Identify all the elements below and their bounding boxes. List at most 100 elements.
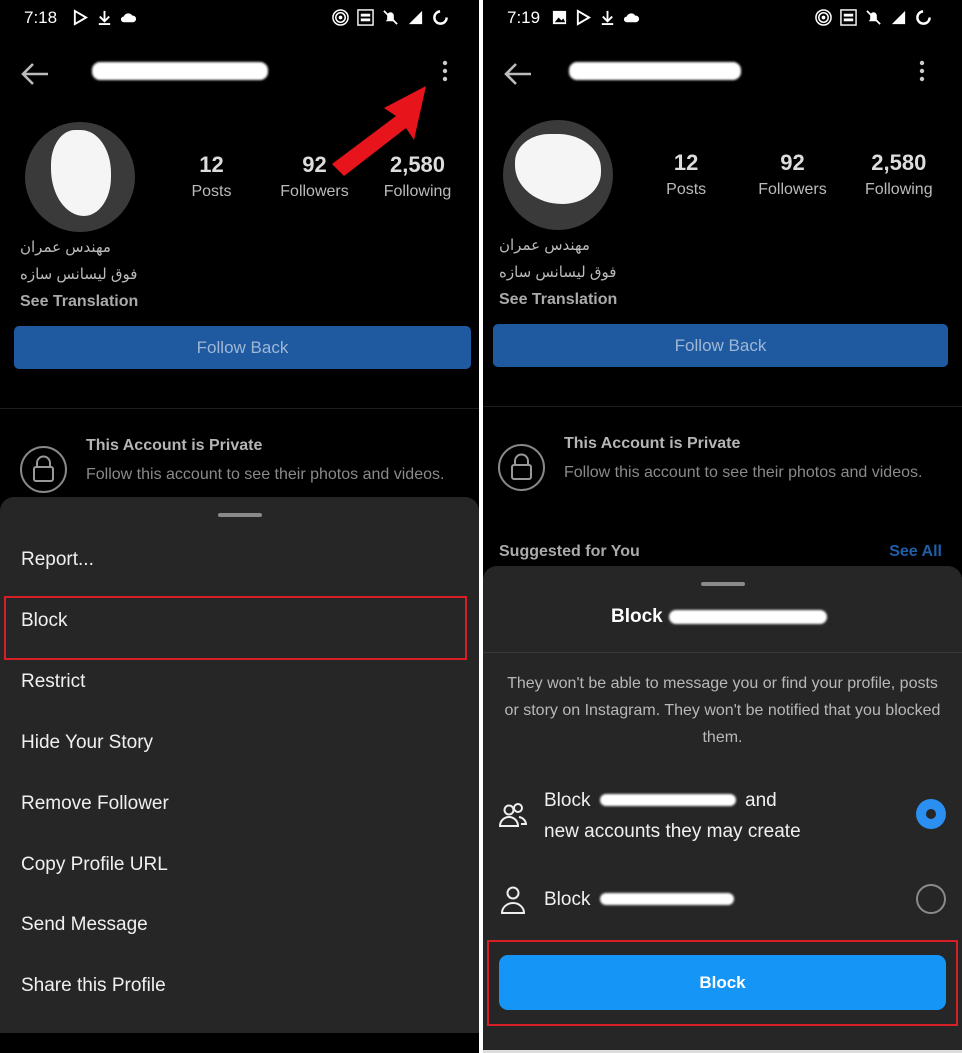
block-dialog-title: Block	[611, 606, 827, 628]
stat-label: Posts	[666, 181, 707, 198]
play-store-icon	[73, 9, 89, 26]
username-redacted	[92, 62, 268, 80]
profile-stats: 12 Posts 92 Followers 2,580 Following	[160, 152, 469, 201]
menu-item-hide-story[interactable]: Hide Your Story	[21, 732, 153, 754]
bio-line: مهندس عمران	[499, 237, 590, 254]
right-screen: 7:19 12 Posts 92 Followers 2,580 Followi…	[483, 0, 962, 1053]
avatar[interactable]	[503, 120, 613, 230]
play-store-icon	[576, 9, 592, 26]
bio: مهندس عمران فوق لیسانس سازه See Translat…	[20, 238, 220, 311]
radio-unselected[interactable]	[916, 884, 946, 914]
avatar[interactable]	[25, 122, 135, 232]
stat-value: 2,580	[389, 152, 446, 177]
highlight-box	[487, 940, 958, 1026]
status-bar: 7:19	[483, 0, 962, 36]
bio: مهندس عمران فوق لیسانس سازه See Translat…	[499, 236, 699, 309]
options-bottom-sheet: Report... Block Restrict Hide Your Story…	[0, 497, 479, 1033]
option-suffix: and	[745, 790, 777, 811]
stat-followers[interactable]: 92 Followers	[263, 152, 366, 201]
mute-icon	[866, 10, 881, 25]
private-account-subtitle: Follow this account to see their photos …	[564, 464, 923, 481]
status-time: 7:18	[24, 8, 58, 27]
stat-label: Following	[865, 181, 933, 198]
avatar-redaction	[515, 134, 601, 204]
username-redacted	[569, 62, 741, 80]
see-translation-link[interactable]: See Translation	[20, 293, 220, 311]
block-option-all-accounts[interactable]: Block and new accounts they may create	[544, 785, 801, 847]
stat-value: 92	[302, 152, 327, 177]
people-icon	[498, 803, 528, 827]
sheet-handle[interactable]	[700, 582, 745, 586]
stat-posts[interactable]: 12 Posts	[633, 150, 739, 199]
menu-item-share-profile[interactable]: Share this Profile	[21, 975, 166, 997]
suggested-for-you-label: Suggested for You	[499, 543, 640, 560]
signal-icon	[891, 10, 906, 25]
highlight-box	[4, 596, 467, 660]
block-confirmation-sheet: Block They won't be able to message you …	[483, 566, 962, 1053]
divider	[483, 406, 962, 407]
mute-icon	[383, 10, 398, 25]
download-icon	[601, 10, 614, 26]
menu-item-report[interactable]: Report...	[21, 549, 94, 571]
stat-following[interactable]: 2,580 Following	[366, 152, 469, 201]
more-options-icon[interactable]	[441, 60, 449, 84]
menu-item-copy-url[interactable]: Copy Profile URL	[21, 854, 168, 876]
stat-following[interactable]: 2,580 Following	[846, 150, 952, 199]
follow-back-button[interactable]: Follow Back	[493, 324, 948, 367]
back-arrow-icon[interactable]	[20, 60, 50, 88]
stat-label: Followers	[758, 181, 827, 198]
bio-line: فوق لیسانس سازه	[20, 266, 138, 283]
follow-back-button[interactable]: Follow Back	[14, 326, 471, 369]
stat-label: Followers	[280, 183, 349, 200]
battery-icon	[433, 10, 448, 25]
divider	[0, 408, 479, 409]
private-account-subtitle: Follow this account to see their photos …	[86, 466, 445, 483]
radio-selected[interactable]	[916, 799, 946, 829]
block-option-this-account[interactable]: Block	[544, 884, 734, 915]
stat-value: 2,580	[871, 150, 927, 175]
volte-icon	[357, 9, 374, 26]
menu-item-restrict[interactable]: Restrict	[21, 671, 85, 693]
username-redacted	[668, 610, 827, 624]
stat-value: 92	[780, 150, 805, 175]
bio-line: فوق لیسانس سازه	[499, 264, 617, 281]
lock-icon	[20, 446, 67, 493]
menu-item-send-message[interactable]: Send Message	[21, 914, 148, 936]
left-screen: 7:18 12 Posts 92 Followers 2,580 Followi…	[0, 0, 479, 1053]
stat-value: 12	[199, 152, 224, 177]
menu-item-remove-follower[interactable]: Remove Follower	[21, 793, 169, 815]
signal-icon	[408, 10, 423, 25]
stat-followers[interactable]: 92 Followers	[739, 150, 845, 199]
profile-header	[483, 54, 962, 94]
system-icons	[332, 9, 449, 26]
see-translation-link[interactable]: See Translation	[499, 291, 699, 309]
private-account-title: This Account is Private	[564, 435, 741, 452]
battery-icon	[916, 10, 931, 25]
block-title-prefix: Block	[611, 606, 663, 627]
private-account-title: This Account is Private	[86, 437, 263, 454]
sheet-handle[interactable]	[217, 513, 262, 517]
notification-icons	[72, 9, 137, 26]
option-prefix: Block	[544, 790, 591, 811]
see-all-link[interactable]: See All	[889, 543, 942, 561]
more-options-icon[interactable]	[918, 60, 926, 84]
download-icon	[98, 10, 111, 26]
block-dialog-description: They won't be able to message you or fin…	[504, 675, 941, 746]
username-redacted	[599, 893, 734, 905]
cloud-icon	[623, 13, 640, 23]
cloud-icon	[120, 13, 137, 23]
back-arrow-icon[interactable]	[503, 60, 533, 88]
hotspot-icon	[815, 9, 832, 26]
profile-stats: 12 Posts 92 Followers 2,580 Following	[633, 150, 952, 199]
status-bar: 7:18	[0, 0, 479, 36]
username-redacted	[599, 794, 736, 806]
stat-posts[interactable]: 12 Posts	[160, 152, 263, 201]
navigation-area	[0, 1033, 479, 1053]
stat-label: Following	[383, 183, 452, 200]
hotspot-icon	[332, 9, 349, 26]
image-icon	[552, 10, 567, 25]
avatar-redaction	[51, 130, 111, 216]
status-time: 7:19	[507, 8, 541, 27]
option-prefix: Block	[544, 889, 591, 910]
notification-icons	[551, 9, 640, 26]
